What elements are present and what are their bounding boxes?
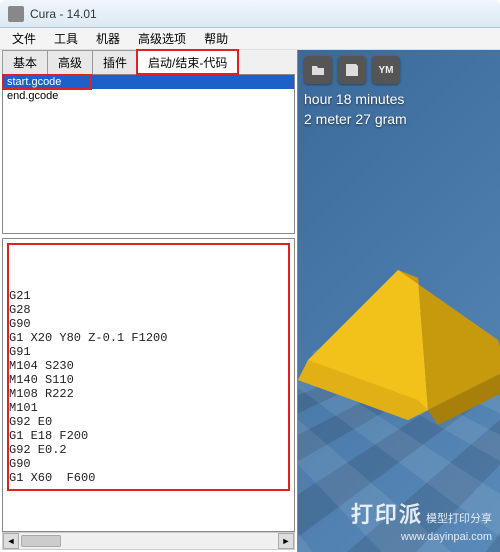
watermark-brand: 打印派: [351, 502, 423, 527]
save-toolpath-button[interactable]: [338, 56, 366, 84]
scroll-track[interactable]: [19, 534, 278, 548]
menu-file[interactable]: 文件: [4, 28, 44, 49]
watermark: 打印派 模型打印分享 www.dayinpai.com: [351, 501, 492, 544]
menu-machine[interactable]: 机器: [88, 28, 128, 49]
gcode-file-list[interactable]: start.gcode end.gcode: [2, 74, 295, 234]
watermark-url: www.dayinpai.com: [401, 531, 492, 543]
model-preview: [298, 210, 500, 470]
window-titlebar: Cura - 14.01: [0, 0, 500, 28]
tab-basic[interactable]: 基本: [2, 50, 48, 74]
tab-advanced[interactable]: 高级: [47, 50, 93, 74]
tab-plugins[interactable]: 插件: [92, 50, 138, 74]
ym-button[interactable]: YM: [372, 56, 400, 84]
viewport-toolbar: YM: [304, 56, 400, 84]
load-model-button[interactable]: [304, 56, 332, 84]
print-info: hour 18 minutes 2 meter 27 gram: [304, 90, 407, 129]
viewport-3d[interactable]: YM hour 18 minutes 2 meter 27 gram 打印派 模…: [298, 50, 500, 552]
scroll-thumb[interactable]: [21, 535, 61, 547]
list-item[interactable]: start.gcode: [3, 75, 294, 89]
ym-label: YM: [379, 65, 394, 76]
print-material: 2 meter 27 gram: [304, 110, 407, 130]
menu-help[interactable]: 帮助: [196, 28, 236, 49]
tab-startend-gcode[interactable]: 启动/结束-代码: [137, 50, 238, 74]
menu-advanced[interactable]: 高级选项: [130, 28, 194, 49]
horizontal-scrollbar[interactable]: ◄ ►: [2, 532, 295, 550]
settings-tabbar: 基本 高级 插件 启动/结束-代码: [0, 50, 297, 74]
save-icon: [344, 62, 360, 78]
scroll-left-button[interactable]: ◄: [3, 533, 19, 549]
menubar: 文件 工具 机器 高级选项 帮助: [0, 28, 500, 50]
gcode-editor[interactable]: G21 G28 G90 G1 X20 Y80 Z-0.1 F1200 G91 M…: [2, 238, 295, 532]
folder-up-icon: [310, 62, 326, 78]
app-icon: [8, 6, 24, 22]
menu-tools[interactable]: 工具: [46, 28, 86, 49]
main-content: 基本 高级 插件 启动/结束-代码 start.gcode end.gcode …: [0, 50, 500, 552]
scroll-right-button[interactable]: ►: [278, 533, 294, 549]
list-item[interactable]: end.gcode: [3, 89, 294, 103]
window-title: Cura - 14.01: [30, 7, 97, 21]
print-time: hour 18 minutes: [304, 90, 407, 110]
watermark-tagline: 模型打印分享: [426, 513, 492, 525]
left-panel: 基本 高级 插件 启动/结束-代码 start.gcode end.gcode …: [0, 50, 298, 552]
